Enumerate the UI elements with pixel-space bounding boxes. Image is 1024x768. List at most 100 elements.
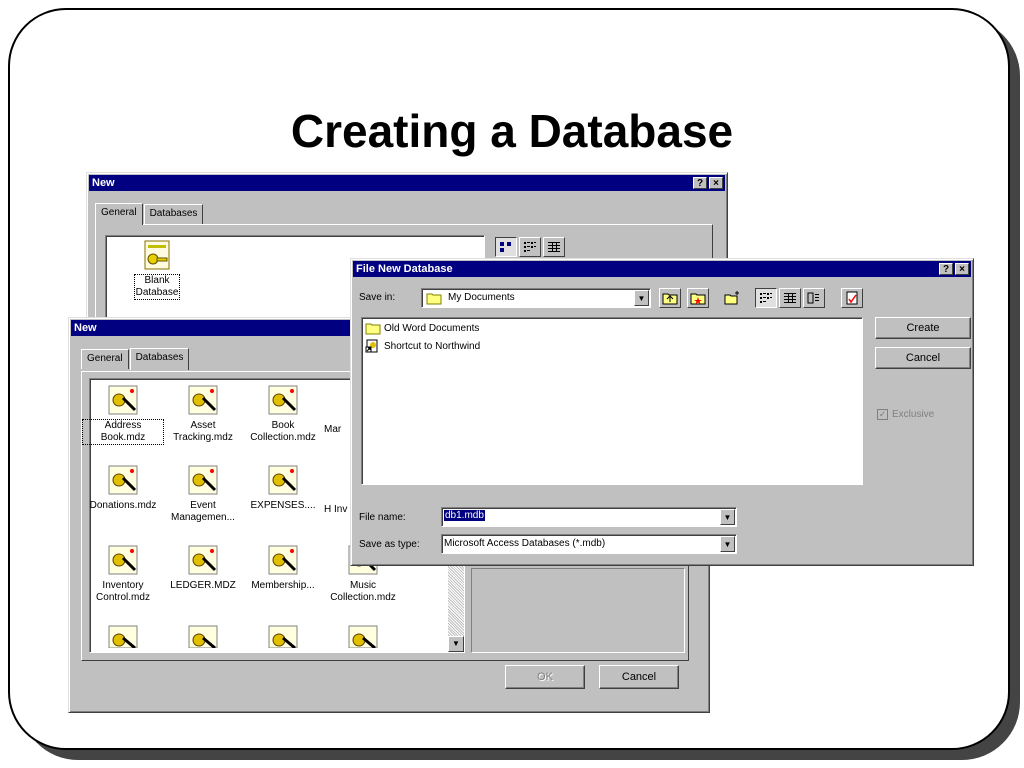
- title-bar: File New Database ? ×: [353, 261, 971, 277]
- template-label: Inventory Control.mdz: [96, 580, 150, 603]
- list-view-button[interactable]: [519, 237, 541, 257]
- template-label: Event Managemen...: [171, 500, 235, 523]
- create-label: Create: [906, 322, 940, 334]
- template-label: Membership...: [251, 580, 315, 591]
- save-as-type-dropdown[interactable]: Microsoft Access Databases (*.mdb) ▼: [441, 534, 737, 554]
- file-name: Shortcut to Northwind: [384, 340, 481, 352]
- scroll-down-button[interactable]: ▼: [448, 636, 464, 652]
- ok-button[interactable]: OK: [505, 665, 585, 689]
- wizard-key-icon: [108, 545, 138, 575]
- database-template-item[interactable]: Inventory Control.mdz: [83, 544, 163, 604]
- shortcut-icon: [365, 339, 378, 353]
- template-label: Donations.mdz: [89, 500, 157, 511]
- cancel-button[interactable]: Cancel: [875, 347, 971, 369]
- database-template-item[interactable]: Mar: [323, 384, 351, 436]
- help-button[interactable]: ?: [939, 263, 953, 275]
- file-name-label: File name:: [359, 512, 406, 523]
- window-title: File New Database: [356, 263, 453, 275]
- properties-view-button[interactable]: [803, 288, 825, 308]
- wizard-key-icon: [348, 625, 378, 648]
- wizard-key-icon: [268, 625, 298, 648]
- database-template-item[interactable]: Asset Tracking.mdz: [163, 384, 243, 444]
- details-view-button[interactable]: [543, 237, 565, 257]
- save-in-dropdown[interactable]: My Documents ▼: [421, 288, 651, 308]
- template-label: Address Book.mdz: [82, 419, 164, 445]
- wizard-key-icon: [108, 625, 138, 648]
- favorites-icon: [690, 293, 706, 305]
- wizard-key-icon: [188, 545, 218, 575]
- file-new-database-dialog: File New Database ? × Save in: My Docume…: [350, 258, 974, 566]
- save-as-type-value: Microsoft Access Databases (*.mdb): [444, 538, 606, 549]
- create-button[interactable]: Create: [875, 317, 971, 339]
- database-template-item[interactable]: Book Collection.mdz: [243, 384, 323, 444]
- window-title: New: [92, 177, 115, 189]
- template-label: H Inv: [324, 504, 348, 515]
- tab-general[interactable]: General: [81, 349, 129, 369]
- blank-database-label: Blank Database: [133, 274, 181, 300]
- wizard-key-icon: [268, 465, 298, 495]
- chevron-down-icon[interactable]: ▼: [720, 536, 735, 552]
- list-item[interactable]: Shortcut to Northwind: [365, 338, 480, 354]
- folder-icon: [365, 323, 381, 335]
- title-bar: New ? ×: [89, 175, 725, 191]
- look-in-favorites-button[interactable]: [687, 288, 709, 308]
- save-in-value: My Documents: [448, 292, 515, 303]
- large-icons-icon: [500, 242, 511, 252]
- tab-databases[interactable]: Databases: [143, 204, 204, 224]
- up-folder-icon: [662, 293, 678, 305]
- list-view-icon: [760, 293, 772, 303]
- template-label: LEDGER.MDZ: [170, 580, 236, 591]
- database-template-item[interactable]: Address Book.mdz: [82, 384, 164, 445]
- chevron-down-icon[interactable]: ▼: [634, 290, 649, 306]
- list-view-icon: [524, 242, 536, 252]
- file-name: Old Word Documents: [384, 322, 480, 334]
- properties-icon: [807, 292, 819, 304]
- list-item[interactable]: Old Word Documents: [365, 320, 479, 336]
- save-in-label: Save in:: [359, 292, 396, 303]
- create-new-folder-button[interactable]: [721, 288, 743, 308]
- tab-general[interactable]: General: [95, 203, 143, 225]
- help-button[interactable]: ?: [693, 177, 707, 189]
- template-label: Asset Tracking.mdz: [173, 420, 233, 443]
- database-template-item[interactable]: Membership...: [243, 544, 323, 592]
- up-one-level-button[interactable]: [659, 288, 681, 308]
- window-title: New: [74, 322, 97, 334]
- view-toggle-group: [495, 237, 565, 257]
- wizard-key-icon: [108, 385, 138, 415]
- template-label: Book Collection.mdz: [250, 420, 316, 443]
- database-template-item[interactable]: EXPENSES....: [243, 464, 323, 512]
- new-folder-icon: [724, 291, 739, 305]
- database-template-item[interactable]: Event Managemen...: [163, 464, 243, 524]
- large-icons-button[interactable]: [495, 237, 517, 257]
- close-button[interactable]: ×: [709, 177, 723, 189]
- template-label: Mar: [324, 424, 342, 435]
- wizard-key-icon: [268, 385, 298, 415]
- database-template-item[interactable]: Donations.mdz: [83, 464, 163, 512]
- exclusive-label: Exclusive: [892, 409, 935, 420]
- details-view-button[interactable]: [779, 288, 801, 308]
- file-name-value: db1.mdb: [444, 510, 485, 521]
- file-name-field[interactable]: db1.mdb ▼: [441, 507, 737, 527]
- cancel-button[interactable]: Cancel: [599, 665, 679, 689]
- wizard-key-icon: [188, 385, 218, 415]
- template-preview: [471, 568, 685, 653]
- close-button[interactable]: ×: [955, 263, 969, 275]
- file-list[interactable]: Old Word Documents Shortcut to Northwind: [361, 317, 863, 485]
- database-template-item[interactable]: H Inv: [323, 464, 351, 516]
- list-view-button[interactable]: [755, 288, 777, 308]
- wizard-key-icon: [268, 545, 298, 575]
- blank-database-item[interactable]: Blank Database: [117, 239, 197, 300]
- blank-database-icon: [144, 240, 170, 270]
- details-view-icon: [548, 242, 560, 252]
- save-as-type-label: Save as type:: [359, 539, 420, 550]
- tab-databases[interactable]: Databases: [129, 348, 190, 370]
- exclusive-checkbox[interactable]: ✓ Exclusive: [877, 409, 934, 420]
- details-view-icon: [784, 293, 796, 303]
- wizard-key-icon: [108, 465, 138, 495]
- wizard-key-icon: [188, 465, 218, 495]
- template-label: Music Collection.mdz: [330, 580, 396, 603]
- commands-settings-button[interactable]: [841, 288, 863, 308]
- chevron-down-icon[interactable]: ▼: [720, 509, 735, 525]
- template-label: EXPENSES....: [250, 500, 316, 511]
- database-template-item[interactable]: LEDGER.MDZ: [163, 544, 243, 592]
